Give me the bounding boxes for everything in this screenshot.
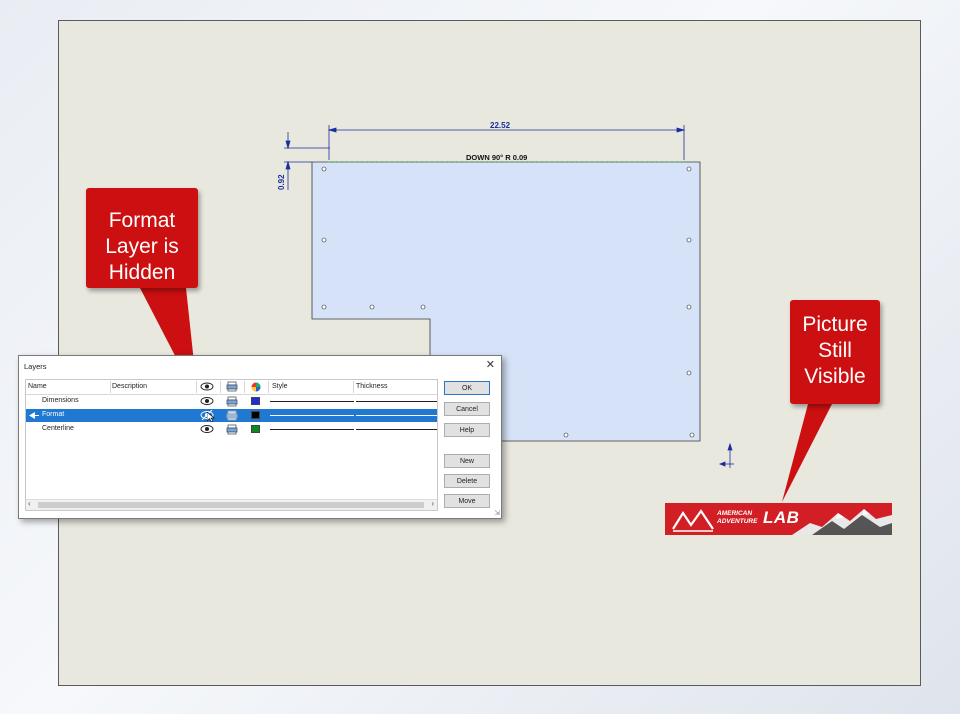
resize-grip-icon[interactable]: ⇲ [494,509,500,517]
printer-icon[interactable] [226,424,238,435]
layer-row-format[interactable]: Format [26,409,437,422]
callout-right-line-3: Visible [804,365,866,388]
mountains-icon [792,509,892,535]
callout-format-hidden: Format Layer is Hidden [86,188,198,288]
callout-right-line-2: Still [818,339,852,362]
cancel-button[interactable]: Cancel [444,402,490,416]
move-button[interactable]: Move [444,494,490,508]
bend-note: DOWN 90° R 0.09 [466,153,527,162]
layer-name[interactable]: Format [42,411,64,418]
logo-line-1: AMERICAN [717,510,753,517]
scrollbar-thumb[interactable] [38,502,424,508]
dialog-title: Layers [24,362,47,371]
layer-color-swatch[interactable] [251,425,260,433]
callout-left-line-1: Format [108,209,176,232]
horizontal-scrollbar[interactable]: ‹ › [26,499,437,510]
scroll-right-icon[interactable]: › [431,499,434,508]
height-dim-text: 0.92 [277,174,286,190]
color-column-icon[interactable] [251,382,261,392]
origin-marker [718,442,734,468]
visibility-column-icon[interactable] [200,382,214,391]
layer-row-centerline[interactable]: Centerline [26,423,437,436]
new-button[interactable]: New [444,454,490,468]
active-layer-arrow-icon [29,412,39,419]
delete-button[interactable]: Delete [444,474,490,488]
line-thickness[interactable] [356,415,437,416]
col-thickness[interactable]: Thickness [356,383,388,390]
list-header: Name Description Style Thickness [26,380,437,395]
scroll-left-icon[interactable]: ‹ [28,499,31,508]
line-style[interactable] [270,415,354,416]
line-style[interactable] [270,401,354,402]
layer-color-swatch[interactable] [251,411,260,419]
layer-color-swatch[interactable] [251,397,260,405]
callout-picture-visible: Picture Still Visible [790,300,880,404]
eye-icon[interactable] [200,424,214,434]
printer-icon[interactable] [226,410,238,421]
layer-name[interactable]: Centerline [42,425,74,432]
line-thickness[interactable] [356,429,437,430]
printer-icon[interactable] [226,396,238,407]
help-button[interactable]: Help [444,423,490,437]
logo-small-text: AMERICAN ADVENTURE [717,510,757,526]
ok-button[interactable]: OK [444,381,490,395]
line-thickness[interactable] [356,401,437,402]
company-logo: AMERICAN ADVENTURE LAB [665,503,892,535]
logo-line-2: ADVENTURE [717,518,758,525]
layers-dialog: Layers ✕ Name Description Style Thicknes… [18,355,502,519]
line-style[interactable] [270,429,354,430]
close-icon[interactable]: ✕ [486,358,495,371]
layer-row-dimensions[interactable]: Dimensions [26,395,437,408]
layer-name[interactable]: Dimensions [42,397,79,404]
col-style[interactable]: Style [272,383,288,390]
logo-mark-icon [672,509,714,532]
right-callout-pointer [782,404,832,502]
col-description[interactable]: Description [112,383,147,390]
mouse-cursor-icon [207,412,215,422]
callout-left-line-2: Layer is [105,235,179,258]
width-dim-text: 22.52 [490,121,511,130]
col-name[interactable]: Name [28,383,47,390]
printer-column-icon[interactable] [226,381,238,392]
callout-left-line-3: Hidden [108,261,176,284]
eye-icon[interactable] [200,396,214,406]
callout-right-line-1: Picture [802,313,868,336]
layers-list[interactable]: Name Description Style Thickness Dimensi… [25,379,438,511]
